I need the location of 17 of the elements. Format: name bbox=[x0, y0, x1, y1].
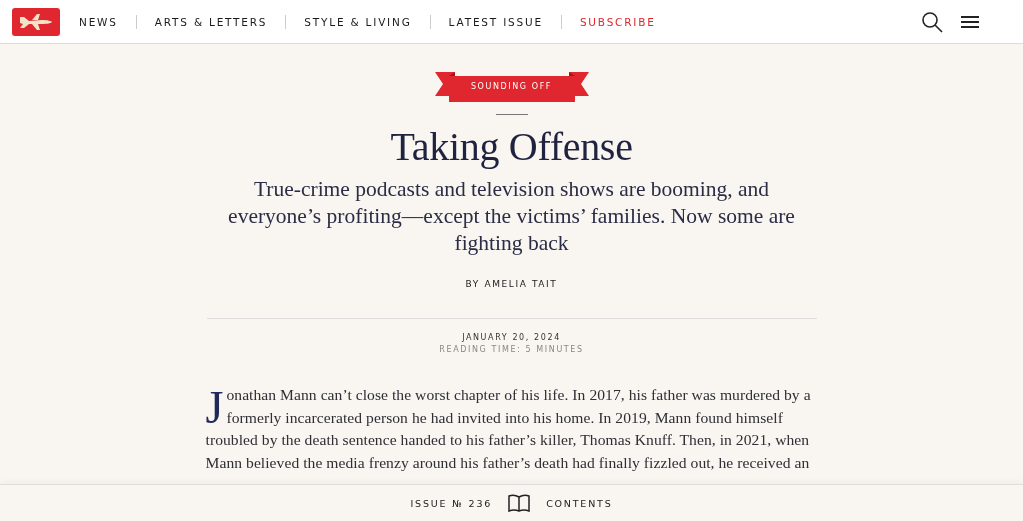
subscribe-link[interactable]: SUBSCRIBE bbox=[579, 15, 656, 28]
section-label: SOUNDING OFF bbox=[470, 82, 553, 93]
menu-icon[interactable] bbox=[961, 14, 979, 29]
airplane-logo[interactable] bbox=[12, 7, 60, 36]
issue-number: ISSUE № 236 bbox=[410, 497, 493, 509]
nav-link[interactable]: LATEST ISSUE bbox=[448, 15, 543, 28]
nav-link[interactable]: ARTS & LETTERS bbox=[154, 15, 268, 28]
article-title: Taking Offense bbox=[390, 123, 633, 170]
reading-time: READING TIME: 5 MINUTES bbox=[439, 345, 584, 354]
byline: BY AMELIA TAIT bbox=[465, 279, 558, 289]
contents-link[interactable]: CONTENTS bbox=[546, 497, 613, 509]
article-subtitle: True-crime podcasts and television shows are booming, and everyone’s profiting—except the victims’ families. Now some are fighting back bbox=[227, 176, 796, 257]
book-icon[interactable] bbox=[508, 494, 531, 512]
nav-link[interactable]: STYLE & LIVING bbox=[304, 15, 412, 28]
search-icon[interactable] bbox=[921, 10, 943, 33]
nav-link[interactable]: NEWS bbox=[79, 15, 118, 28]
publish-date: JANUARY 20, 2024 bbox=[462, 333, 561, 342]
